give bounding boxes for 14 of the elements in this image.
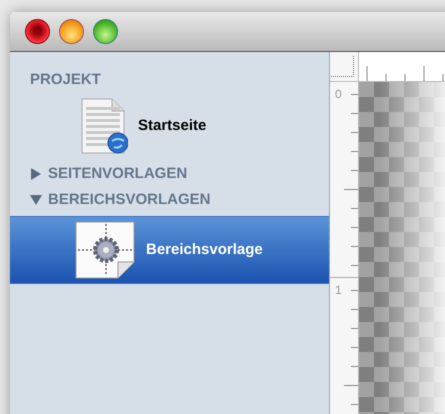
collapsed-triangle-icon[interactable]	[30, 168, 42, 180]
ruler-number: 0	[335, 86, 342, 103]
section-header[interactable]: BEREICHSVORLAGEN	[48, 188, 211, 212]
section-header: PROJEKT	[30, 70, 101, 90]
sidebar-item[interactable]: Bereichsvorlage	[10, 216, 329, 284]
sidebar-item[interactable]: Startseite	[10, 92, 329, 160]
minimize-button[interactable]	[59, 19, 84, 44]
section-header[interactable]: SEITENVORLAGEN	[48, 162, 188, 186]
gear-document-icon	[74, 220, 136, 280]
document-globe-icon	[80, 97, 128, 155]
zoom-button[interactable]	[93, 19, 118, 44]
expanded-triangle-icon[interactable]	[30, 194, 42, 206]
ruler-number: 1	[335, 282, 342, 299]
close-button[interactable]	[25, 19, 50, 44]
